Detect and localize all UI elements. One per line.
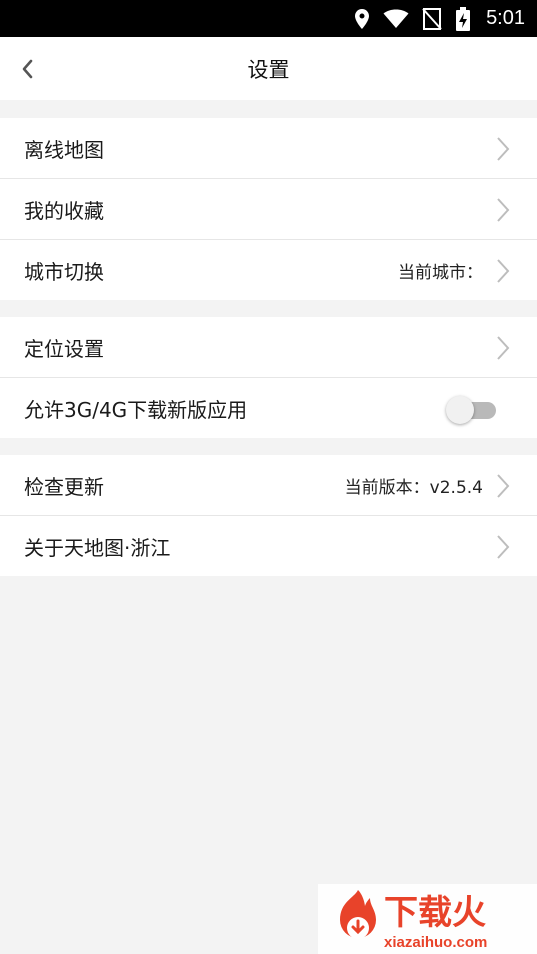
settings-group-3: 检查更新 当前版本：v2.5.4 关于天地图·浙江 — [0, 455, 537, 576]
watermark-url: xiazaihuo.com — [384, 934, 487, 951]
city-switch-row[interactable]: 城市切换 当前城市： — [0, 239, 537, 300]
current-version-value: 当前版本：v2.5.4 — [344, 477, 483, 498]
battery-charging-icon — [456, 6, 471, 31]
toggle-knob — [446, 396, 474, 424]
offline-map-row[interactable]: 离线地图 — [0, 118, 537, 178]
favorites-row[interactable]: 我的收藏 — [0, 178, 537, 239]
location-settings-row[interactable]: 定位设置 — [0, 317, 537, 377]
location-icon — [355, 8, 370, 29]
mobile-download-label: 允许3G/4G下载新版应用 — [24, 397, 248, 422]
header-bar: 设置 — [0, 37, 537, 100]
wifi-icon — [383, 9, 409, 28]
chevron-right-icon — [497, 535, 510, 559]
about-row[interactable]: 关于天地图·浙江 — [0, 515, 537, 576]
status-icons: 5:01 — [354, 0, 525, 37]
status-time: 5:01 — [486, 7, 525, 29]
about-label: 关于天地图·浙江 — [24, 535, 171, 560]
offline-map-label: 离线地图 — [24, 137, 104, 162]
chevron-right-icon — [497, 198, 510, 222]
chevron-right-icon — [497, 474, 510, 498]
watermark-logo: 下载火 xiazaihuo.com — [318, 884, 537, 954]
no-sim-icon — [422, 7, 442, 30]
check-update-row[interactable]: 检查更新 当前版本：v2.5.4 — [0, 455, 537, 515]
favorites-label: 我的收藏 — [24, 198, 104, 223]
mobile-download-row: 允许3G/4G下载新版应用 — [0, 377, 537, 438]
city-switch-label: 城市切换 — [24, 259, 104, 284]
status-bar: 5:01 — [0, 0, 537, 37]
page-title: 设置 — [247, 57, 290, 82]
current-city-value: 当前城市： — [398, 262, 483, 283]
chevron-right-icon — [497, 137, 510, 161]
settings-group-1: 离线地图 我的收藏 城市切换 当前城市： — [0, 118, 537, 300]
chevron-right-icon — [497, 336, 510, 360]
watermark-brand: 下载火 — [384, 893, 486, 933]
mobile-download-toggle[interactable] — [446, 394, 500, 424]
settings-group-2: 定位设置 允许3G/4G下载新版应用 — [0, 317, 537, 438]
location-settings-label: 定位设置 — [24, 336, 104, 361]
check-update-label: 检查更新 — [24, 474, 104, 499]
chevron-right-icon — [497, 259, 510, 283]
